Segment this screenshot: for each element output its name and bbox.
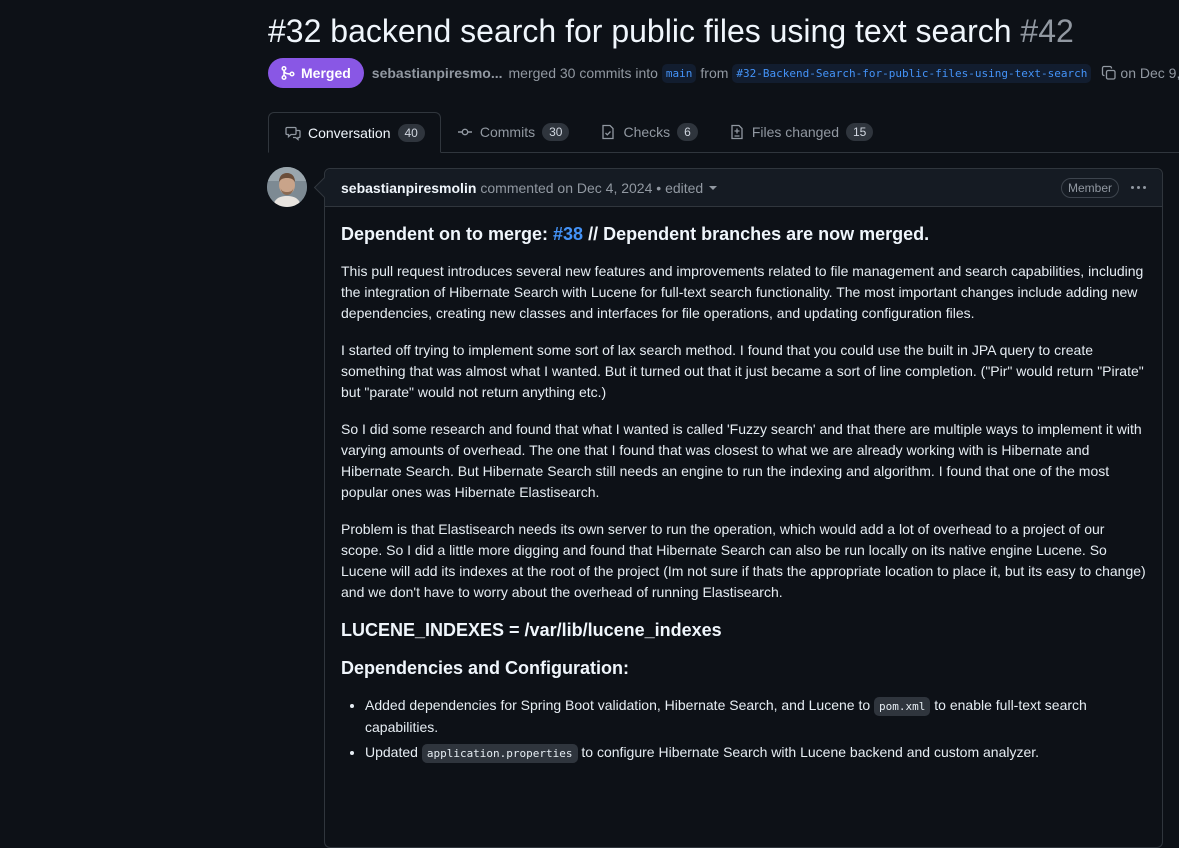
base-branch[interactable]: main [661, 63, 697, 83]
edit-history-caret-icon[interactable] [709, 185, 718, 190]
application-properties-code: application.properties [421, 744, 578, 763]
paragraph-2: I started off trying to implement some s… [341, 342, 1144, 400]
merged-text: merged 30 commits into [508, 65, 658, 81]
paragraph-1: This pull request introduces several new… [341, 263, 1144, 321]
tab-checks-label: Checks [623, 124, 671, 140]
lucene-heading: LUCENE_INDEXES = /var/lib/lucene_indexes [341, 620, 722, 640]
dependencies-heading: Dependencies and Configuration: [341, 658, 630, 678]
tab-files-changed[interactable]: Files changed 15 [713, 112, 889, 152]
li2-text-before: Updated [365, 744, 418, 760]
comment-body: Dependent on to merge: #38 // Dependent … [325, 207, 1162, 764]
tab-conversation[interactable]: Conversation 40 [268, 112, 441, 153]
git-commit-icon [457, 128, 472, 136]
changes-list: Added dependencies for Spring Boot valid… [341, 695, 1146, 764]
list-item: Added dependencies for Spring Boot valid… [365, 695, 1146, 738]
member-badge: Member [1060, 177, 1119, 198]
tab-conversation-label: Conversation [308, 124, 391, 141]
pr-tabs: Conversation 40 Commits 30 Checks 6 File… [268, 112, 1179, 153]
git-merge-icon [281, 65, 295, 81]
comment-meta: commented on Dec 4, 2024 • edited [480, 179, 704, 196]
merged-state-label: Merged [301, 65, 351, 81]
from-text: from [700, 65, 729, 81]
avatar[interactable] [267, 167, 307, 207]
kebab-menu-icon[interactable] [1131, 186, 1146, 189]
li1-text-before: Added dependencies for Spring Boot valid… [365, 697, 871, 713]
list-item: Updated application.properties to config… [365, 742, 1146, 764]
dependency-link[interactable]: #38 [553, 224, 583, 244]
pr-author-link[interactable]: sebastianpiresmo... [372, 65, 503, 81]
li2-text-after: to configure Hibernate Search with Lucen… [581, 744, 1040, 760]
comment-header: sebastianpiresmolin commented on Dec 4, … [325, 169, 1162, 207]
tab-conversation-count: 40 [397, 123, 425, 142]
paragraph-4: Problem is that Elastisearch needs its o… [341, 521, 1146, 600]
comment-box: sebastianpiresmolin commented on Dec 4, … [324, 168, 1163, 848]
pr-number: #42 [1020, 13, 1074, 49]
paragraph-3: So I did some research and found that wh… [341, 421, 1142, 500]
dependency-heading-prefix: Dependent on to merge: [341, 224, 549, 244]
tab-commits[interactable]: Commits 30 [441, 112, 585, 152]
tab-files-changed-count: 15 [846, 123, 874, 141]
pr-title-text: #32 backend search for public files usin… [268, 13, 1012, 49]
comment-author[interactable]: sebastianpiresmolin [341, 180, 476, 196]
checklist-icon [602, 124, 615, 140]
pr-meta: Merged sebastianpiresmo... merged 30 com… [268, 58, 1179, 88]
tab-commits-count: 30 [542, 123, 570, 141]
head-branch[interactable]: #32-Backend-Search-for-public-files-usin… [732, 63, 1092, 83]
pr-title: #32 backend search for public files usin… [268, 10, 1074, 52]
tab-commits-label: Commits [479, 124, 536, 140]
comment-discussion-icon [285, 126, 301, 141]
merged-date: on Dec 9, 2 [1120, 65, 1179, 81]
merged-state-badge: Merged [268, 58, 364, 88]
file-diff-icon [731, 124, 743, 140]
pom-xml-code: pom.xml [874, 697, 931, 716]
tab-checks-count: 6 [677, 123, 698, 141]
copy-icon[interactable] [1101, 65, 1117, 81]
dependency-heading-suffix: // Dependent branches are now merged. [588, 224, 930, 244]
tab-checks[interactable]: Checks 6 [584, 112, 712, 152]
tab-files-changed-label: Files changed [751, 124, 839, 140]
dependency-heading: Dependent on to merge: #38 // Dependent … [341, 223, 1146, 245]
